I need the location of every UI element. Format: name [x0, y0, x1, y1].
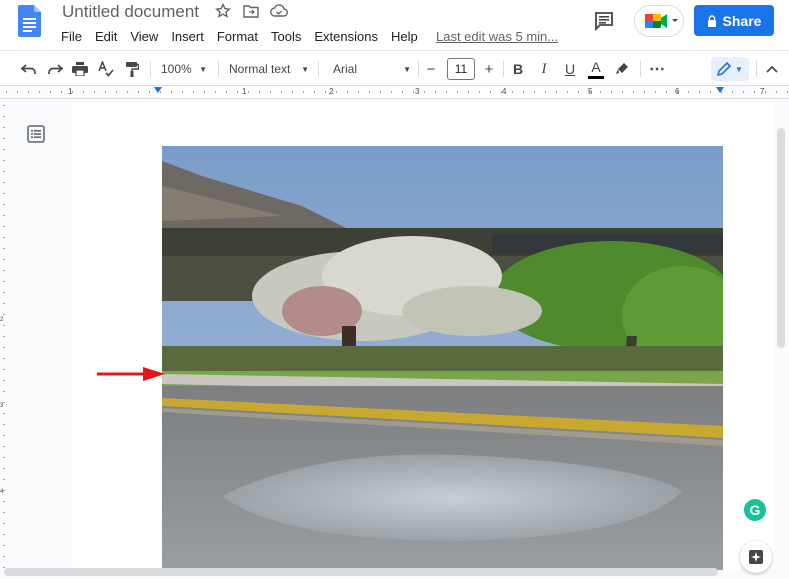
- ruler-label: 4: [502, 87, 507, 96]
- cloud-saved-icon[interactable]: [270, 2, 288, 20]
- spellcheck-icon: [98, 61, 114, 77]
- zoom-select[interactable]: 100% ▼: [157, 57, 211, 81]
- caret-down-icon: ▼: [301, 64, 309, 74]
- vertical-ruler[interactable]: 2 3 4: [0, 100, 8, 570]
- spellcheck-button[interactable]: [95, 57, 117, 81]
- text-color-button[interactable]: A: [585, 57, 607, 81]
- paragraph-style-value: Normal text: [229, 62, 291, 76]
- underline-button[interactable]: U: [559, 57, 581, 81]
- toolbar-divider: [640, 61, 641, 77]
- vruler-label: 4: [0, 489, 4, 495]
- more-options-button[interactable]: ⋯: [646, 57, 668, 81]
- caret-down-icon: ▼: [403, 64, 411, 74]
- highlight-button[interactable]: [611, 57, 633, 81]
- star-icon[interactable]: [214, 2, 232, 20]
- editing-mode-select[interactable]: ▼: [711, 57, 749, 81]
- share-label: Share: [722, 12, 762, 29]
- redo-button[interactable]: [44, 57, 66, 81]
- ruler-label: 2: [329, 87, 334, 96]
- meet-button[interactable]: [634, 5, 684, 37]
- toolbar-divider: [318, 61, 319, 77]
- paint-format-button[interactable]: [121, 57, 143, 81]
- highlighter-icon: [616, 63, 628, 74]
- menu-extensions[interactable]: Extensions: [314, 27, 384, 45]
- share-button[interactable]: Share: [694, 5, 774, 36]
- menu-insert[interactable]: Insert: [171, 27, 210, 45]
- title-actions: [214, 2, 288, 20]
- ruler-label: 5: [588, 87, 593, 96]
- print-icon: [72, 62, 88, 76]
- toolbar-divider: [756, 61, 757, 77]
- vruler-label: 3: [0, 403, 4, 409]
- formatting-toolbar: 100% ▼ Normal text ▼ Arial ▼ − 11 + B I …: [0, 50, 789, 86]
- zoom-value: 100%: [161, 62, 192, 76]
- right-indent-marker[interactable]: [716, 87, 724, 93]
- document-title[interactable]: Untitled document: [62, 2, 199, 22]
- left-indent-marker[interactable]: [154, 87, 162, 93]
- italic-button[interactable]: I: [533, 57, 555, 81]
- bold-button[interactable]: B: [507, 57, 529, 81]
- toolbar-divider: [218, 61, 219, 77]
- toolbar-divider: [150, 61, 151, 77]
- ruler-label: 7: [760, 87, 765, 96]
- vertical-ruler-ticks: [3, 105, 5, 568]
- toolbar-divider: [503, 61, 504, 77]
- undo-button[interactable]: [18, 57, 40, 81]
- last-edit-link[interactable]: Last edit was 5 min...: [436, 28, 558, 45]
- toolbar-divider: [418, 61, 419, 77]
- lock-icon: [707, 14, 716, 27]
- chevron-up-icon: [766, 65, 778, 73]
- menu-view[interactable]: View: [130, 27, 164, 45]
- decrease-font-size-button[interactable]: −: [421, 57, 441, 81]
- hide-menus-button[interactable]: [762, 57, 782, 81]
- docs-logo-icon[interactable]: [18, 5, 41, 37]
- caret-down-icon: ▼: [735, 64, 743, 74]
- explore-icon: [749, 550, 763, 564]
- font-family-value: Arial: [333, 62, 358, 76]
- font-size-field-wrap: 11: [446, 57, 476, 81]
- inserted-photo[interactable]: [162, 146, 723, 570]
- ruler-ticks: [6, 91, 788, 93]
- grammarly-icon[interactable]: G: [744, 499, 766, 521]
- ruler-label: 1: [242, 87, 247, 96]
- caret-down-icon: ▼: [199, 64, 207, 74]
- print-button[interactable]: [69, 57, 91, 81]
- menu-file[interactable]: File: [61, 27, 88, 45]
- increase-font-size-button[interactable]: +: [479, 57, 499, 81]
- undo-icon: [21, 64, 36, 74]
- comment-icon[interactable]: [593, 10, 615, 32]
- ruler-label: 1: [68, 87, 73, 96]
- red-arrow-annotation: [97, 367, 165, 381]
- menu-help[interactable]: Help: [391, 27, 424, 45]
- move-folder-icon[interactable]: [242, 2, 260, 20]
- vertical-scrollbar[interactable]: [777, 128, 785, 348]
- menu-edit[interactable]: Edit: [95, 27, 123, 45]
- redo-icon: [48, 64, 63, 74]
- vruler-label: 2: [0, 317, 4, 323]
- menu-bar: File Edit View Insert Format Tools Exten…: [61, 27, 431, 45]
- horizontal-scrollbar[interactable]: [4, 568, 718, 576]
- paragraph-style-select[interactable]: Normal text ▼: [225, 57, 313, 81]
- pencil-icon: [717, 62, 732, 76]
- explore-button[interactable]: [740, 541, 772, 573]
- paint-format-icon: [126, 62, 139, 77]
- outline-icon[interactable]: [27, 125, 45, 143]
- docs-app: Untitled document File Edit View Insert …: [0, 0, 789, 579]
- menu-tools[interactable]: Tools: [271, 27, 307, 45]
- title-bar: Untitled document File Edit View Insert …: [0, 0, 789, 50]
- text-color-swatch: [588, 75, 604, 79]
- menu-format[interactable]: Format: [217, 27, 264, 45]
- ruler-label: 3: [415, 87, 420, 96]
- meet-icon: [645, 14, 678, 28]
- text-color-glyph: A: [591, 58, 601, 75]
- ruler-label: 6: [675, 87, 680, 96]
- horizontal-ruler[interactable]: 1 1 2 3 4 5 6 7: [0, 86, 789, 99]
- font-family-select[interactable]: Arial ▼: [329, 57, 415, 81]
- font-size-input[interactable]: 11: [447, 58, 475, 80]
